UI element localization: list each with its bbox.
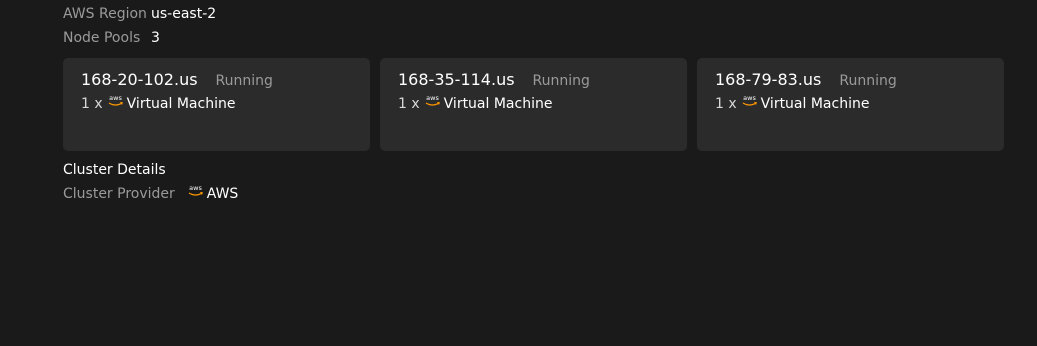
node-pool-header: 168-20-102.us Running [81, 69, 352, 91]
aws-region-label: AWS Region [63, 6, 147, 22]
aws-logo-icon: aws [107, 94, 124, 108]
node-pool-instance: 1 x aws Virtual Machine [398, 94, 669, 113]
node-pool-name: 168-79-83.us [715, 70, 822, 89]
node-pool-instance-type: Virtual Machine [760, 96, 870, 112]
aws-region-row: AWS Region us-east-2 [63, 5, 216, 23]
cluster-provider-row: Cluster Provider aws AWS [63, 184, 239, 203]
node-pool-status: Running [215, 73, 273, 89]
node-pool-status: Running [532, 73, 590, 89]
node-pool-instance-type: Virtual Machine [126, 96, 236, 112]
node-pool-card[interactable]: 168-35-114.us Running 1 x aws Virtual Ma… [380, 58, 687, 151]
node-pool-header: 168-35-114.us Running [398, 69, 669, 91]
aws-logo-icon: aws [187, 184, 204, 198]
node-pool-instance-count: 1 x [715, 96, 737, 112]
node-pools-count: 3 [151, 30, 160, 46]
aws-region-value: us-east-2 [151, 6, 217, 22]
node-pool-instance: 1 x aws Virtual Machine [81, 94, 352, 113]
cluster-provider-value: AWS [206, 186, 239, 202]
node-pool-instance-count: 1 x [398, 96, 420, 112]
node-pool-name: 168-35-114.us [398, 70, 515, 89]
aws-logo-icon: aws [424, 94, 441, 108]
node-pool-instance-type: Virtual Machine [443, 96, 553, 112]
node-pool-header: 168-79-83.us Running [715, 69, 986, 91]
cluster-details-title: Cluster Details [63, 162, 166, 178]
node-pool-card[interactable]: 168-20-102.us Running 1 x aws Virtual Ma… [63, 58, 370, 151]
node-pool-name: 168-20-102.us [81, 70, 198, 89]
node-pools-label: Node Pools [63, 30, 141, 46]
node-pool-card[interactable]: 168-79-83.us Running 1 x aws Virtual Mac… [697, 58, 1004, 151]
node-pool-cards: 168-20-102.us Running 1 x aws Virtual Ma… [63, 58, 1004, 151]
svg-text:aws: aws [743, 94, 756, 102]
cluster-overview: AWS Region us-east-2 Node Pools 3 168-20… [0, 0, 1037, 346]
svg-text:aws: aws [189, 184, 202, 192]
node-pool-instance: 1 x aws Virtual Machine [715, 94, 986, 113]
cluster-provider-label: Cluster Provider [63, 186, 175, 202]
node-pool-status: Running [839, 73, 897, 89]
aws-logo-icon: aws [741, 94, 758, 108]
node-pool-instance-count: 1 x [81, 96, 103, 112]
svg-text:aws: aws [109, 94, 122, 102]
node-pools-row: Node Pools 3 [63, 29, 160, 47]
svg-text:aws: aws [426, 94, 439, 102]
